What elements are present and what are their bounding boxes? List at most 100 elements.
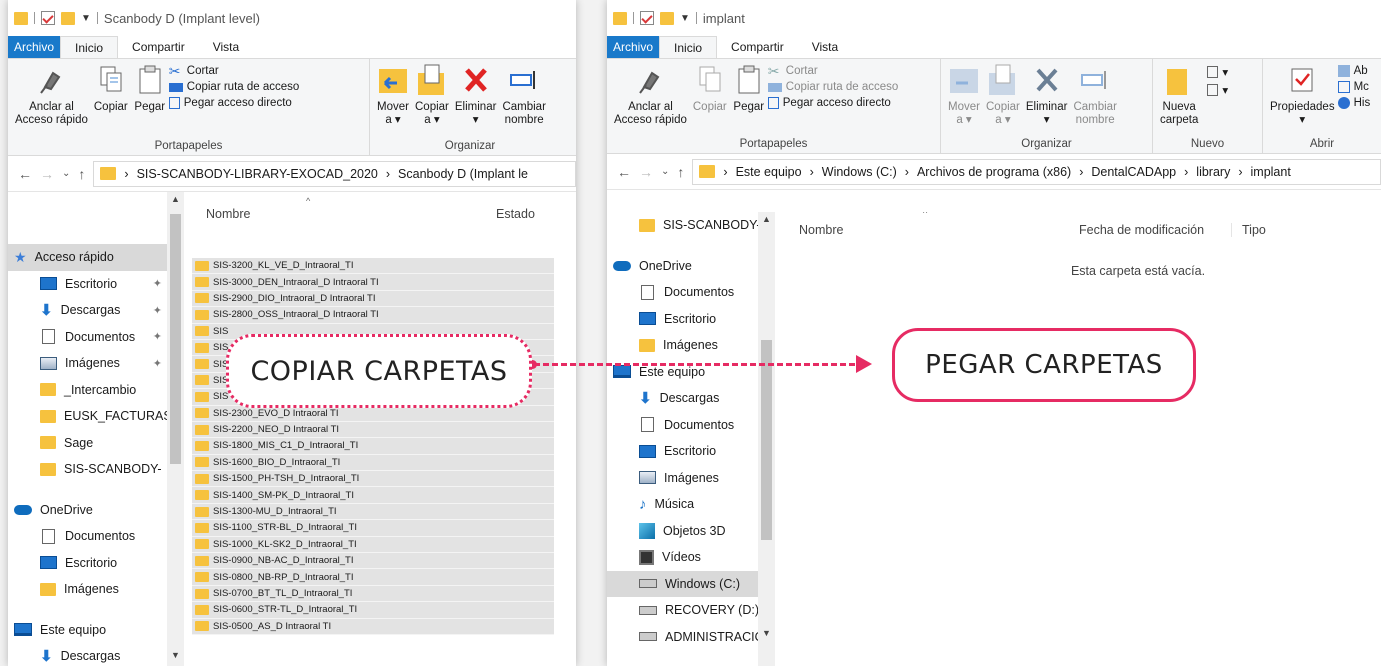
breadcrumb-item[interactable]: Windows (C:): [822, 165, 897, 179]
nav-scrollbar[interactable]: ▲ ▼: [758, 212, 775, 666]
history-button[interactable]: His: [1337, 97, 1370, 109]
nav-scrollbar[interactable]: ▲ ▼: [167, 192, 184, 666]
nav-item[interactable]: Objetos 3D: [607, 518, 775, 545]
recent-dropdown-icon[interactable]: ⌄: [661, 166, 669, 177]
nav-item[interactable]: RECOVERY (D:): [607, 597, 775, 624]
nav-item[interactable]: Escritorio: [607, 438, 775, 465]
nav-item[interactable]: ⬇ Descargas: [607, 385, 775, 412]
open-button[interactable]: Ab: [1337, 65, 1371, 77]
list-item[interactable]: SIS-1000_KL-SK2_D_Intraoral_TI: [192, 536, 554, 554]
list-item[interactable]: SIS-2800_OSS_Intraoral_D Intraoral TI: [192, 307, 554, 324]
breadcrumb-item[interactable]: Este equipo: [736, 165, 802, 179]
tab-home[interactable]: Inicio: [659, 36, 718, 58]
breadcrumb-item[interactable]: library: [1196, 165, 1230, 179]
properties-check-icon[interactable]: [41, 11, 55, 25]
list-item[interactable]: SIS-1600_BIO_D_Intraoral_TI: [192, 454, 554, 472]
tab-share[interactable]: Compartir: [717, 36, 798, 58]
copy-path-button[interactable]: Copiar ruta de acceso: [767, 81, 898, 93]
nav-item[interactable]: Imágenes: [8, 576, 184, 603]
paste-shortcut-button[interactable]: Pegar acceso directo: [767, 97, 899, 109]
properties-check-icon[interactable]: [640, 11, 654, 25]
column-header-modified[interactable]: Fecha de modificación: [1079, 223, 1204, 237]
nav-item[interactable]: Documentos: [607, 412, 775, 439]
breadcrumb-item[interactable]: Archivos de programa (x86): [917, 165, 1071, 179]
address-bar[interactable]: › Este equipo › Windows (C:) › Archivos de p…: [692, 158, 1381, 185]
list-item[interactable]: SIS-1500_PH-TSH_D_Intraoral_TI: [192, 471, 554, 488]
column-header-type[interactable]: Tipo: [1231, 223, 1266, 237]
nav-item[interactable]: Documentos: [607, 279, 775, 306]
list-item[interactable]: SIS-2900_DIO_Intraoral_D Intraoral TI: [192, 290, 554, 308]
column-header-name[interactable]: Nombre: [799, 223, 843, 237]
list-item[interactable]: SIS-1800_MIS_C1_D_Intraoral_TI: [192, 438, 554, 455]
nav-item[interactable]: Imágenes: [607, 465, 775, 492]
cut-button[interactable]: ✂ Cortar: [169, 64, 300, 78]
tab-file[interactable]: Archivo: [8, 36, 61, 58]
nav-item[interactable]: Imágenes: [607, 332, 775, 359]
edit-button[interactable]: Mc: [1337, 81, 1371, 93]
breadcrumb-item[interactable]: implant: [1251, 165, 1291, 179]
list-item[interactable]: SIS-1400_SM-PK_D_Intraoral_TI: [192, 487, 554, 504]
up-arrow-icon[interactable]: ↑: [677, 164, 684, 180]
pin-icon[interactable]: ✦: [153, 304, 162, 317]
recent-dropdown-icon[interactable]: ⌄: [62, 168, 70, 179]
back-arrow-icon[interactable]: ←: [18, 166, 32, 182]
list-item[interactable]: SIS-1100_STR-BL_D_Intraoral_TI: [192, 520, 554, 537]
up-arrow-icon[interactable]: ↑: [78, 166, 85, 182]
nav-item[interactable]: OneDrive: [8, 497, 184, 524]
nav-item[interactable]: SIS-SCANBODY-: [8, 456, 184, 483]
scroll-down-icon[interactable]: ▼: [167, 650, 184, 660]
tab-share[interactable]: Compartir: [118, 36, 199, 58]
nav-item[interactable]: Escritorio: [607, 306, 775, 333]
nav-item[interactable]: Escritorio ✦: [8, 271, 184, 298]
nav-item[interactable]: ⬇ Descargas: [8, 643, 184, 666]
scroll-up-icon[interactable]: ▲: [167, 194, 184, 204]
breadcrumb-item[interactable]: DentalCADApp: [1091, 165, 1176, 179]
list-item[interactable]: SIS-0600_STR-TL_D_Intraoral_TI: [192, 602, 554, 619]
forward-arrow-icon[interactable]: →: [40, 166, 54, 182]
pin-icon[interactable]: ✦: [153, 277, 162, 290]
quick-access-dropdown-icon[interactable]: ▼: [680, 13, 690, 24]
scroll-down-icon[interactable]: ▼: [758, 628, 775, 638]
list-item[interactable]: SIS-3000_DEN_Intraoral_D Intraoral TI: [192, 274, 554, 291]
nav-item[interactable]: Sage: [8, 430, 184, 457]
tab-view[interactable]: Vista: [199, 36, 253, 58]
copy-path-button[interactable]: Copiar ruta de acceso: [168, 81, 299, 93]
easy-access-button[interactable]: ▾: [1207, 83, 1228, 97]
column-header-status[interactable]: Estado: [496, 207, 535, 221]
tab-view[interactable]: Vista: [798, 36, 852, 58]
scroll-thumb[interactable]: [170, 214, 181, 464]
nav-item[interactable]: _Intercambio: [8, 377, 184, 404]
nav-item[interactable]: Vídeos: [607, 544, 775, 571]
forward-arrow-icon[interactable]: →: [639, 164, 653, 180]
list-item[interactable]: SIS-1300-MU_D_Intraoral_TI: [192, 503, 554, 521]
nav-item[interactable]: Documentos ✦: [8, 324, 184, 351]
nav-item[interactable]: ★ Acceso rápido: [8, 244, 184, 271]
pin-icon[interactable]: ✦: [153, 330, 162, 343]
nav-item[interactable]: ♪ Música: [607, 491, 775, 518]
scroll-thumb[interactable]: [761, 340, 772, 540]
column-header-name[interactable]: Nombre: [206, 207, 250, 221]
scroll-up-icon[interactable]: ▲: [758, 214, 775, 224]
list-item[interactable]: SIS-0500_AS_D Intraoral TI: [192, 618, 554, 635]
nav-item[interactable]: Escritorio: [8, 550, 184, 577]
new-folder-icon[interactable]: [61, 11, 75, 25]
list-item[interactable]: SIS-0800_NB-RP_D_Intraoral_TI: [192, 569, 554, 586]
cut-button[interactable]: ✂ Cortar: [768, 64, 899, 78]
nav-item[interactable]: Este equipo: [8, 617, 184, 644]
back-arrow-icon[interactable]: ←: [617, 164, 631, 180]
tab-home[interactable]: Inicio: [60, 36, 119, 58]
nav-item[interactable]: EUSK_FACTURAS: [8, 403, 184, 430]
nav-item[interactable]: OneDrive: [607, 253, 775, 280]
nav-item[interactable]: ADMINISTRACIO: [607, 624, 775, 651]
nav-item[interactable]: Documentos: [8, 523, 184, 550]
list-item[interactable]: SIS-3200_KL_VE_D_Intraoral_TI: [192, 258, 554, 275]
paste-shortcut-button[interactable]: Pegar acceso directo: [168, 97, 300, 109]
new-item-button[interactable]: ▾: [1207, 65, 1228, 79]
nav-item[interactable]: Windows (C:): [607, 570, 775, 597]
breadcrumb-item[interactable]: SIS-SCANBODY-LIBRARY-EXOCAD_2020: [137, 167, 378, 181]
new-folder-icon[interactable]: [660, 11, 674, 25]
address-bar[interactable]: › SIS-SCANBODY-LIBRARY-EXOCAD_2020 › Scanb…: [93, 160, 576, 187]
nav-item[interactable]: ⬇ Descargas ✦: [8, 297, 184, 324]
list-item[interactable]: SIS-0900_NB-AC_D_Intraoral_TI: [192, 553, 554, 570]
list-item[interactable]: SIS-2200_NEO_D Intraoral TI: [192, 421, 554, 439]
